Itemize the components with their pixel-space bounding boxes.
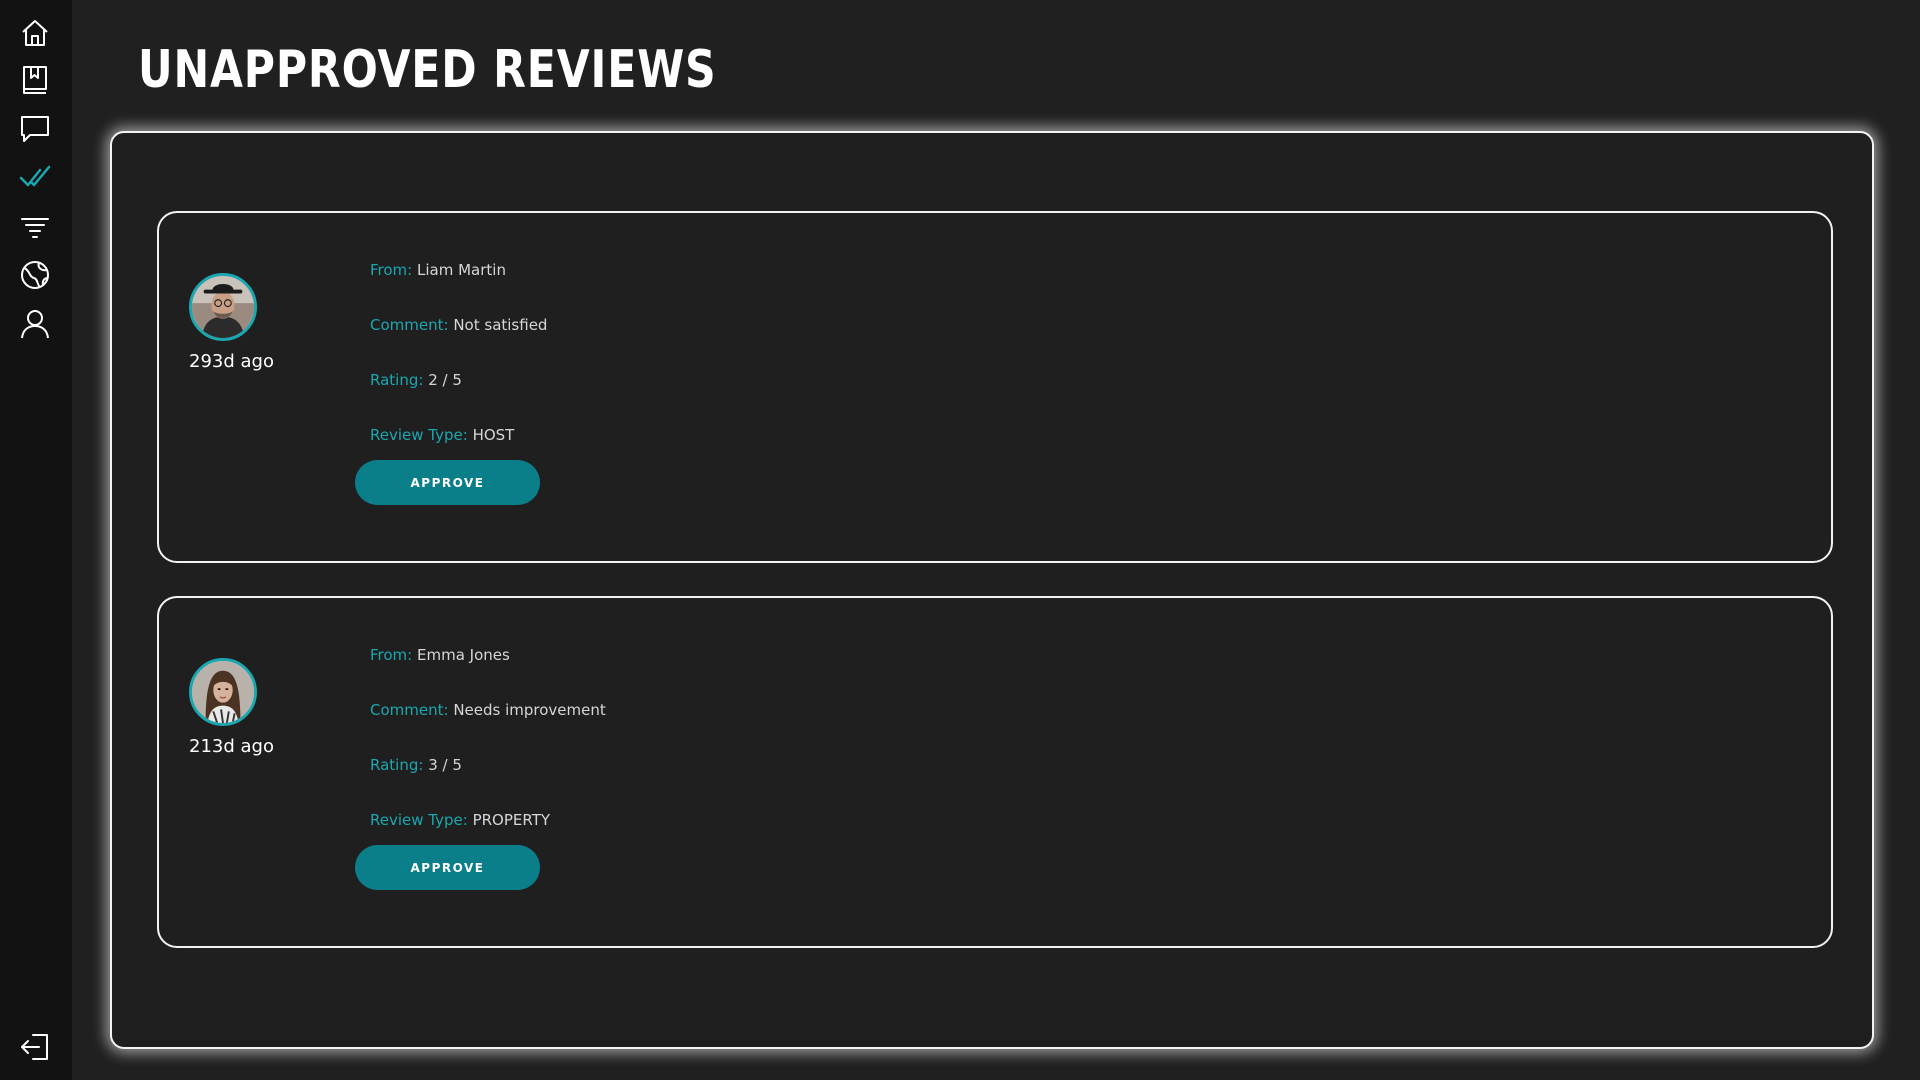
comment-label: Comment: xyxy=(370,701,449,719)
review-from: From: Emma Jones xyxy=(370,646,510,664)
chat-bubble-icon xyxy=(21,116,49,142)
comment-value: Needs improvement xyxy=(453,701,606,719)
review-time-ago: 213d ago xyxy=(189,736,274,757)
nav-messages[interactable] xyxy=(16,110,54,148)
comment-label: Comment: xyxy=(370,316,449,334)
review-rating: Rating: 2 / 5 xyxy=(370,371,462,389)
from-value: Liam Martin xyxy=(417,261,506,279)
from-label: From: xyxy=(370,646,413,664)
review-type: Review Type: PROPERTY xyxy=(370,811,550,829)
from-label: From: xyxy=(370,261,413,279)
approve-button[interactable]: APPROVE xyxy=(355,845,540,890)
checkmark-icon xyxy=(19,165,51,187)
from-value: Emma Jones xyxy=(417,646,510,664)
sidebar xyxy=(0,0,72,1080)
avatar-man-image xyxy=(192,276,254,338)
nav-approvals[interactable] xyxy=(16,158,54,196)
main-content: UNAPPROVED REVIEWS 293d ago From: Liam M… xyxy=(72,0,1920,1080)
review-time-ago: 293d ago xyxy=(189,351,274,372)
rating-label: Rating: xyxy=(370,371,424,389)
avatar-woman-image xyxy=(192,661,254,723)
nav-home[interactable] xyxy=(16,14,54,52)
review-comment: Comment: Not satisfied xyxy=(370,316,547,334)
filter-icon xyxy=(21,218,49,238)
nav-logout[interactable] xyxy=(16,1028,54,1066)
type-label: Review Type: xyxy=(370,426,468,444)
user-icon xyxy=(21,310,49,339)
type-value: HOST xyxy=(472,426,515,444)
rating-value: 3 / 5 xyxy=(428,756,462,774)
nav-explore[interactable] xyxy=(16,256,54,294)
type-value: PROPERTY xyxy=(472,811,551,829)
home-icon xyxy=(22,20,48,46)
avatar xyxy=(189,273,257,341)
bookmark-book-icon xyxy=(23,66,47,94)
nav-profile[interactable] xyxy=(16,305,54,343)
nav-filter[interactable] xyxy=(16,208,54,246)
globe-icon xyxy=(21,261,49,289)
review-card: 293d ago From: Liam Martin Comment: Not … xyxy=(157,211,1833,563)
page-title: UNAPPROVED REVIEWS xyxy=(138,40,717,100)
review-rating: Rating: 3 / 5 xyxy=(370,756,462,774)
reviews-panel: 293d ago From: Liam Martin Comment: Not … xyxy=(110,131,1874,1049)
rating-value: 2 / 5 xyxy=(428,371,462,389)
review-comment: Comment: Needs improvement xyxy=(370,701,606,719)
nav-bookings[interactable] xyxy=(16,61,54,99)
rating-label: Rating: xyxy=(370,756,424,774)
review-type: Review Type: HOST xyxy=(370,426,514,444)
review-from: From: Liam Martin xyxy=(370,261,506,279)
approve-button[interactable]: APPROVE xyxy=(355,460,540,505)
review-card: 213d ago From: Emma Jones Comment: Needs… xyxy=(157,596,1833,948)
type-label: Review Type: xyxy=(370,811,468,829)
logout-icon xyxy=(21,1034,48,1060)
avatar xyxy=(189,658,257,726)
comment-value: Not satisfied xyxy=(453,316,548,334)
